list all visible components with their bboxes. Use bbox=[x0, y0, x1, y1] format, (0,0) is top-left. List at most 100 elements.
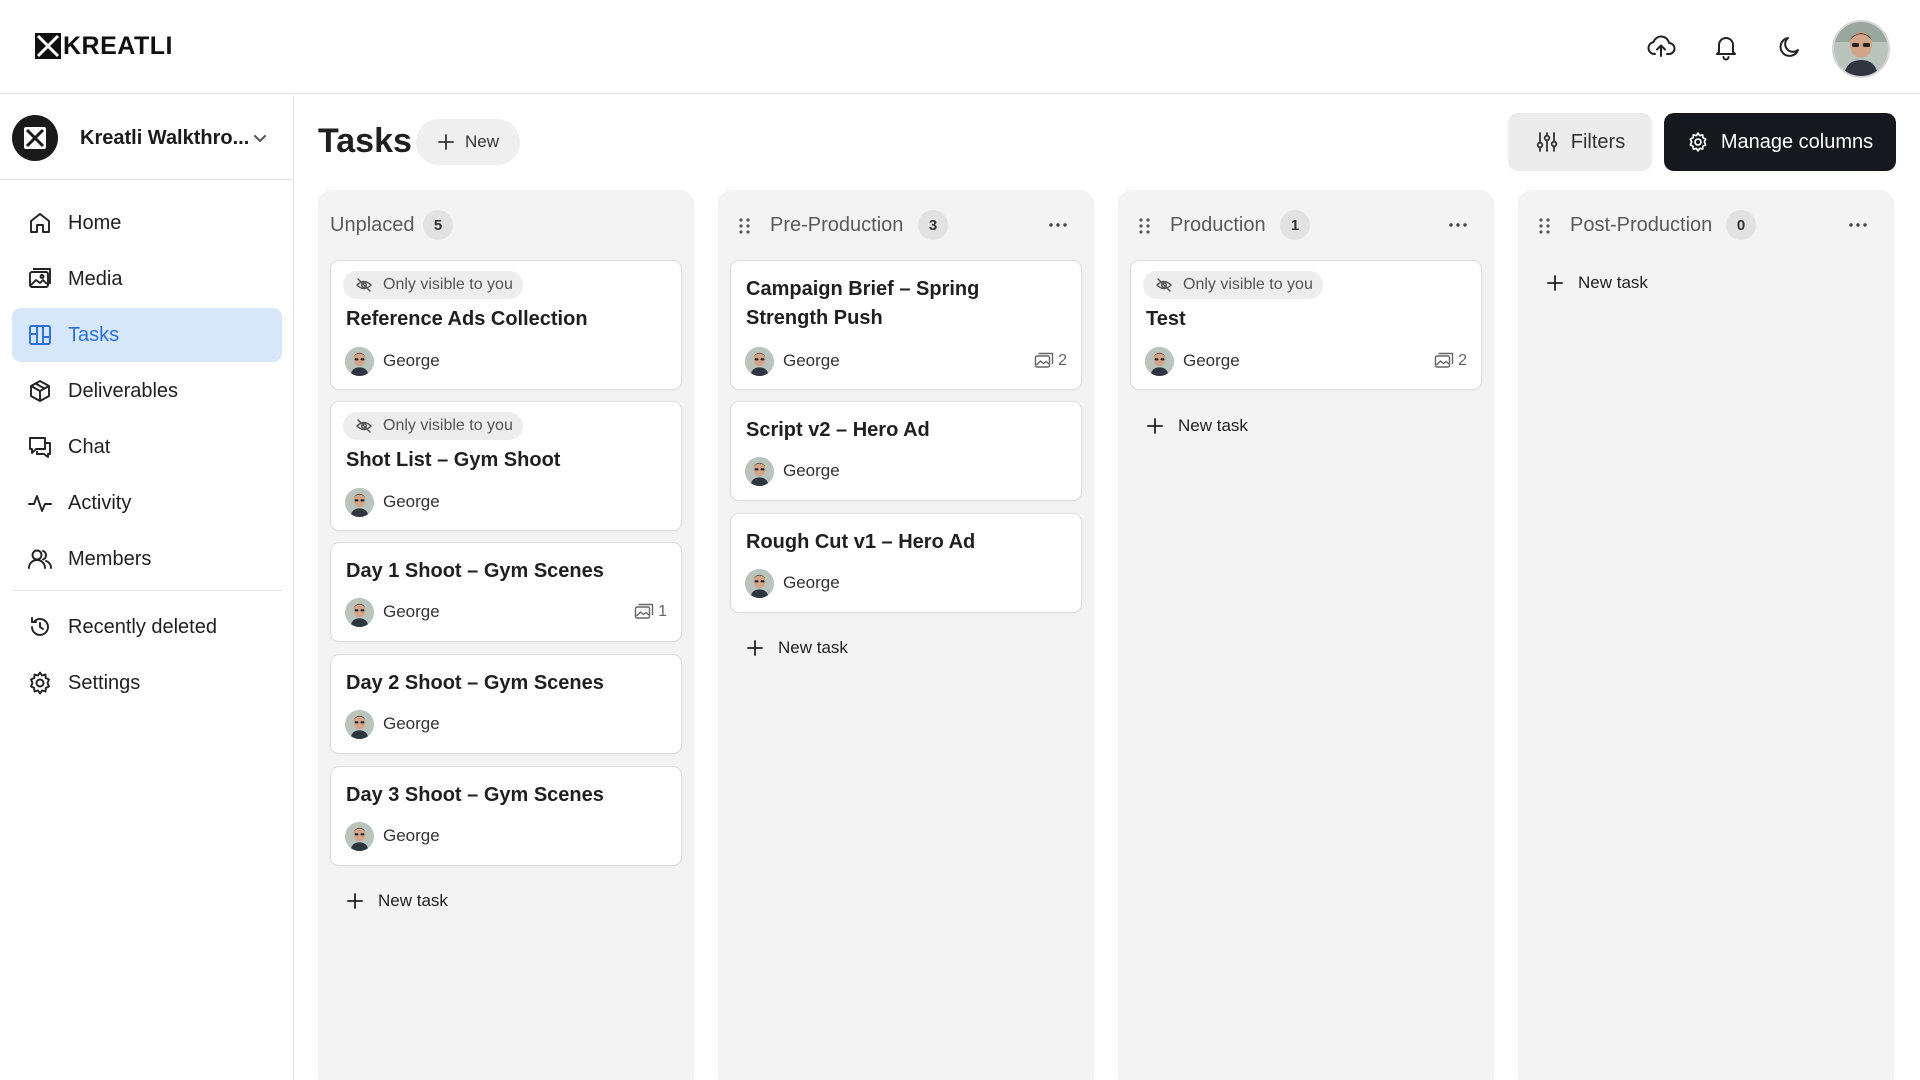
eye-off-icon bbox=[1155, 278, 1173, 292]
moon-icon[interactable] bbox=[1775, 32, 1805, 62]
filters-button[interactable]: Filters bbox=[1508, 113, 1652, 171]
plus-icon bbox=[1147, 418, 1163, 434]
column-title: Pre-Production bbox=[770, 214, 904, 236]
sidebar-item-label: Chat bbox=[68, 435, 111, 458]
cloud-upload-icon[interactable] bbox=[1646, 32, 1676, 62]
task-title: Day 3 Shoot – Gym Scenes bbox=[346, 784, 604, 806]
sidebar-item-activity[interactable]: Activity bbox=[12, 476, 282, 530]
brand-name: KREATLI bbox=[63, 32, 173, 60]
sidebar-item-home[interactable]: Home bbox=[12, 196, 282, 250]
board-column-post-production: Post-Production 0 New task bbox=[1518, 190, 1894, 1080]
task-card[interactable]: Only visible to you Shot List – Gym Shoo… bbox=[330, 401, 682, 531]
task-card[interactable]: Script v2 – Hero Ad George bbox=[730, 401, 1082, 501]
workspace-switcher[interactable]: Kreatli Walkthro... bbox=[12, 113, 280, 163]
task-card[interactable]: Rough Cut v1 – Hero Ad George bbox=[730, 513, 1082, 613]
images-icon bbox=[634, 603, 654, 619]
task-assignee: George bbox=[1145, 346, 1240, 376]
members-icon bbox=[26, 545, 54, 573]
user-avatar[interactable] bbox=[1832, 20, 1890, 78]
plus-icon bbox=[347, 893, 363, 909]
filters-button-label: Filters bbox=[1570, 130, 1626, 153]
task-card[interactable]: Campaign Brief – Spring Strength Push Ge… bbox=[730, 260, 1082, 390]
assignee-name: George bbox=[383, 492, 440, 511]
new-task-button[interactable]: New task bbox=[1546, 269, 1648, 297]
sidebar-item-chat[interactable]: Chat bbox=[12, 420, 282, 474]
task-title: Reference Ads Collection bbox=[346, 308, 588, 330]
task-title: Day 2 Shoot – Gym Scenes bbox=[346, 672, 604, 694]
task-card[interactable]: Only visible to you Reference Ads Collec… bbox=[330, 260, 682, 390]
column-header: Unplaced 5 bbox=[318, 190, 694, 260]
task-title: Rough Cut v1 – Hero Ad bbox=[746, 531, 976, 553]
more-options-icon[interactable] bbox=[1846, 215, 1870, 235]
avatar bbox=[345, 346, 374, 376]
new-task-label: New task bbox=[378, 891, 448, 910]
sidebar-item-settings[interactable]: Settings bbox=[12, 656, 282, 710]
task-title: Day 1 Shoot – Gym Scenes bbox=[346, 560, 604, 582]
drag-handle-icon[interactable] bbox=[1538, 217, 1552, 235]
column-title: Production bbox=[1170, 214, 1266, 236]
sidebar-item-deliverables[interactable]: Deliverables bbox=[12, 364, 282, 418]
private-badge: Only visible to you bbox=[343, 412, 523, 440]
new-task-button[interactable]: New task bbox=[1146, 412, 1248, 440]
attachment-count-value: 2 bbox=[1458, 352, 1467, 369]
assignee-name: George bbox=[783, 461, 840, 480]
task-assignee: George bbox=[745, 456, 840, 486]
avatar bbox=[345, 709, 374, 739]
column-count-badge: 0 bbox=[1726, 210, 1756, 240]
task-assignee: George bbox=[345, 821, 440, 851]
task-card[interactable]: Day 2 Shoot – Gym Scenes George bbox=[330, 654, 682, 754]
task-card[interactable]: Only visible to you Test George 2 bbox=[1130, 260, 1482, 390]
plus-icon bbox=[438, 134, 454, 150]
avatar bbox=[345, 487, 374, 517]
assignee-name: George bbox=[783, 573, 840, 592]
avatar bbox=[745, 456, 774, 486]
private-badge-label: Only visible to you bbox=[383, 276, 513, 293]
task-assignee: George bbox=[345, 597, 440, 627]
sidebar-item-tasks[interactable]: Tasks bbox=[12, 308, 282, 362]
images-icon bbox=[1034, 352, 1054, 368]
column-header: Production 1 bbox=[1118, 190, 1494, 260]
images-icon bbox=[1434, 352, 1454, 368]
assignee-name: George bbox=[383, 826, 440, 845]
home-icon bbox=[26, 209, 54, 237]
assignee-name: George bbox=[1183, 351, 1240, 370]
chevron-down-icon bbox=[254, 135, 266, 143]
private-badge: Only visible to you bbox=[1143, 271, 1323, 299]
workspace-name: Kreatli Walkthro... bbox=[80, 126, 250, 149]
sidebar-item-media[interactable]: Media bbox=[12, 252, 282, 306]
task-card[interactable]: Day 1 Shoot – Gym Scenes George 1 bbox=[330, 542, 682, 642]
sidebar-item-label: Recently deleted bbox=[68, 615, 217, 638]
column-count-badge: 5 bbox=[423, 210, 453, 240]
sidebar-item-label: Activity bbox=[68, 491, 132, 514]
eye-off-icon bbox=[355, 419, 373, 433]
new-task-button[interactable]: New task bbox=[346, 887, 448, 915]
gear-icon bbox=[1689, 132, 1707, 152]
more-options-icon[interactable] bbox=[1446, 215, 1470, 235]
sidebar-item-recently-deleted[interactable]: Recently deleted bbox=[12, 600, 282, 654]
drag-handle-icon[interactable] bbox=[1138, 217, 1152, 235]
task-assignee: George bbox=[345, 346, 440, 376]
new-button-label: New bbox=[464, 132, 499, 151]
new-task-label: New task bbox=[1178, 416, 1248, 435]
new-task-button[interactable]: New task bbox=[746, 634, 848, 662]
more-options-icon[interactable] bbox=[1046, 215, 1070, 235]
task-title: Script v2 – Hero Ad bbox=[746, 419, 930, 441]
attachment-count: 2 bbox=[1434, 349, 1467, 373]
drag-handle-icon[interactable] bbox=[738, 217, 752, 235]
sidebar-divider bbox=[12, 590, 282, 591]
sidebar-item-label: Media bbox=[68, 267, 123, 290]
sidebar-secondary-nav: Recently deleted Settings bbox=[12, 600, 282, 712]
page-title: Tasks bbox=[318, 122, 412, 160]
manage-columns-button[interactable]: Manage columns bbox=[1664, 113, 1896, 171]
plus-icon bbox=[747, 640, 763, 656]
sidebar-item-members[interactable]: Members bbox=[12, 532, 282, 586]
bell-icon[interactable] bbox=[1711, 32, 1741, 62]
new-button[interactable]: New bbox=[416, 119, 520, 165]
private-badge-label: Only visible to you bbox=[383, 417, 513, 434]
task-title: Shot List – Gym Shoot bbox=[346, 449, 561, 471]
task-card[interactable]: Day 3 Shoot – Gym Scenes George bbox=[330, 766, 682, 866]
brand-logo[interactable]: KREATLI bbox=[34, 32, 173, 60]
gear-icon bbox=[26, 669, 54, 697]
private-badge: Only visible to you bbox=[343, 271, 523, 299]
board-column-production: Production 1 Only visible to you Test Ge… bbox=[1118, 190, 1494, 1080]
